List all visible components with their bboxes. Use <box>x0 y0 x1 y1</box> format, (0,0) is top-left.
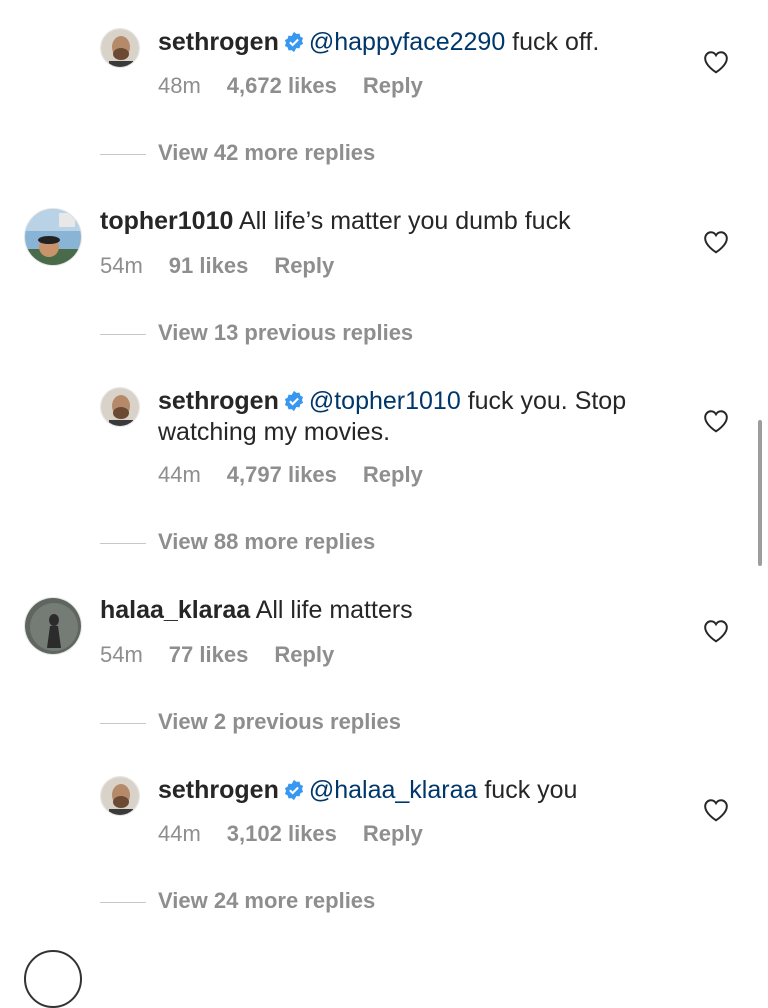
heart-outline-icon[interactable] <box>703 409 729 433</box>
mention-link[interactable]: @topher1010 <box>309 387 461 415</box>
comment-text-line2: watching my movies. <box>158 418 391 446</box>
comment-time: 44m <box>158 462 201 487</box>
heart-outline-icon[interactable] <box>703 230 729 254</box>
verified-badge-icon <box>283 778 305 809</box>
comment-meta: 44m 4,797 likes Reply <box>158 462 449 488</box>
comment-meta: 54m 91 likes Reply <box>100 253 360 279</box>
reply-button[interactable]: Reply <box>363 462 423 488</box>
view-previous-replies[interactable]: View 2 previous replies <box>100 709 401 735</box>
reply-button[interactable]: Reply <box>274 253 334 279</box>
reply-button[interactable]: Reply <box>274 642 334 668</box>
likes-count[interactable]: 3,102 likes <box>227 821 337 847</box>
username[interactable]: sethrogen <box>158 387 279 415</box>
divider-line <box>100 542 146 544</box>
view-more-replies[interactable]: View 88 more replies <box>100 529 375 555</box>
comment-text: fuck off. <box>505 28 600 56</box>
username[interactable]: sethrogen <box>158 776 279 804</box>
view-more-replies[interactable]: View 24 more replies <box>100 888 375 914</box>
view-previous-replies[interactable]: View 13 previous replies <box>100 320 413 346</box>
view-more-replies[interactable]: View 42 more replies <box>100 140 375 166</box>
mention-link[interactable]: @halaa_klaraa <box>309 776 478 804</box>
avatar-sethrogen[interactable] <box>100 28 140 68</box>
divider-line <box>100 153 146 155</box>
comment-meta: 44m 3,102 likes Reply <box>158 821 449 847</box>
likes-count[interactable]: 4,797 likes <box>227 462 337 488</box>
heart-outline-icon[interactable] <box>703 50 729 74</box>
likes-count[interactable]: 4,672 likes <box>227 73 337 99</box>
avatar-next-comment[interactable] <box>24 950 82 1008</box>
comment-time: 54m <box>100 253 143 278</box>
reply-button[interactable]: Reply <box>363 73 423 99</box>
likes-count[interactable]: 91 likes <box>169 253 249 279</box>
comment-time: 48m <box>158 73 201 98</box>
divider-line <box>100 901 146 903</box>
username[interactable]: halaa_klaraa <box>100 596 250 624</box>
heart-outline-icon[interactable] <box>703 798 729 822</box>
view-more-label[interactable]: View 2 previous replies <box>158 709 401 734</box>
view-more-label[interactable]: View 13 previous replies <box>158 320 413 345</box>
comment-text: All life’s matter you dumb fuck <box>233 207 571 235</box>
verified-badge-icon <box>283 30 305 61</box>
comment-meta: 48m 4,672 likes Reply <box>158 73 449 99</box>
view-more-label[interactable]: View 42 more replies <box>158 140 375 165</box>
view-more-label[interactable]: View 24 more replies <box>158 888 375 913</box>
comment-text: fuck you <box>477 776 578 804</box>
avatar-sethrogen[interactable] <box>100 387 140 427</box>
mention-link[interactable]: @happyface2290 <box>309 28 505 56</box>
likes-count[interactable]: 77 likes <box>169 642 249 668</box>
heart-outline-icon[interactable] <box>703 619 729 643</box>
divider-line <box>100 722 146 724</box>
comment-meta: 54m 77 likes Reply <box>100 642 360 668</box>
avatar-halaa-klaraa[interactable] <box>24 597 82 655</box>
reply-button[interactable]: Reply <box>363 821 423 847</box>
divider-line <box>100 333 146 335</box>
comment-text: fuck you. Stop <box>460 387 627 415</box>
view-more-label[interactable]: View 88 more replies <box>158 529 375 554</box>
comment-text: All life matters <box>250 596 413 624</box>
avatar-sethrogen[interactable] <box>100 776 140 816</box>
comment-time: 54m <box>100 642 143 667</box>
verified-badge-icon <box>283 389 305 420</box>
username[interactable]: topher1010 <box>100 207 233 235</box>
comment-time: 44m <box>158 821 201 846</box>
scrollbar[interactable] <box>758 420 762 566</box>
avatar-topher1010[interactable] <box>24 208 82 266</box>
username[interactable]: sethrogen <box>158 28 279 56</box>
